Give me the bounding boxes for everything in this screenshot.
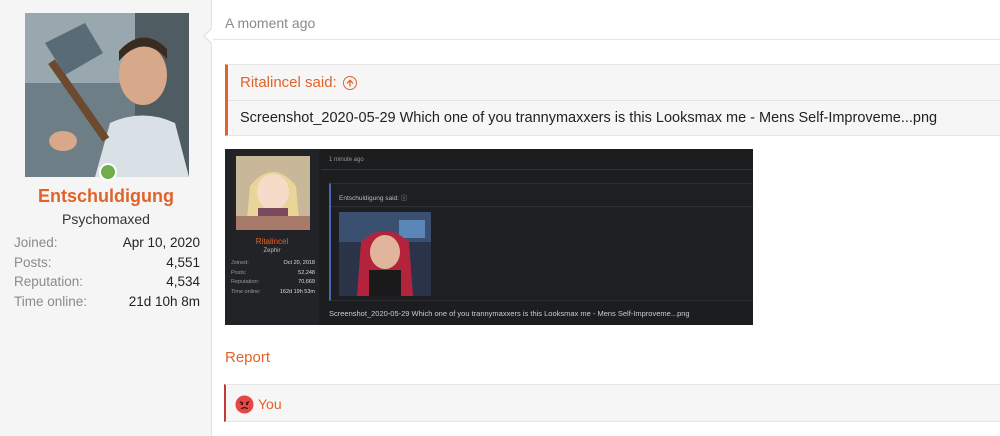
arrow-up-circle-icon[interactable] [342,75,357,90]
embed-user-panel: Ritalincel Zephir Joined: Oct 20, 2018 Po… [225,149,319,325]
stat-joined: Joined: Apr 10, 2020 [14,233,200,253]
embed-stat: Reputation: 70,669 [231,279,315,285]
attached-screenshot-image[interactable]: Ritalincel Zephir Joined: Oct 20, 2018 Po… [225,149,753,325]
online-status-icon [99,163,117,181]
quote-block: Ritalincel said: Screenshot_2020-05-29 W… [225,64,1000,136]
embed-stat: Time online: 162d 19h 53m [231,288,315,295]
report-link[interactable]: Report [225,349,270,366]
embed-caption: Screenshot_2020-05-29 Which one of you t… [329,309,690,318]
reaction-users[interactable]: You [258,396,282,412]
stat-time-online: Time online: 21d 10h 8m [14,292,200,312]
stat-value: 4,534 [166,274,200,289]
avatar-image[interactable] [25,13,189,177]
embed-stat: Posts: 52,248 [231,269,315,276]
quote-author[interactable]: Ritalincel said: [240,74,337,91]
user-stats: Joined: Apr 10, 2020 Posts: 4,551 Reputati… [14,233,200,311]
stat-label: Joined: [14,235,58,250]
embed-message: 1 minute ago Entschuldigung said: ⓘ Scre… [321,149,753,325]
embed-user-title: Zephir [263,248,281,254]
embed-photo [339,212,431,296]
embed-stat: Joined: Oct 20, 2018 [231,260,315,266]
angry-face-icon[interactable] [235,395,254,414]
stat-label: Posts: [14,254,52,270]
stat-value: 4,551 [166,254,200,270]
stat-value: Apr 10, 2020 [122,235,200,250]
stat-label: Time online: [14,293,88,309]
stat-label: Reputation: [14,274,84,289]
message-header: A moment ago [213,0,1000,40]
post-timestamp[interactable]: A moment ago [225,15,315,31]
quote-header[interactable]: Ritalincel said: [240,74,357,91]
reactions-bar[interactable]: You [224,384,1000,422]
embed-quote-block: Entschuldigung said: ⓘ [329,183,753,301]
embed-avatar [236,156,310,230]
quote-divider [228,100,1000,101]
stat-reputation: Reputation: 4,534 [14,272,200,292]
username[interactable]: Entschuldigung [0,186,212,207]
avatar[interactable] [25,13,189,181]
embed-timestamp: 1 minute ago [329,157,364,163]
embed-username: Ritalincel [255,237,289,246]
user-title: Psychomaxed [62,211,150,227]
stat-value: 21d 10h 8m [128,293,200,309]
embed-quote-author: Entschuldigung said: ⓘ [339,195,408,202]
user-panel: Entschuldigung Psychomaxed Joined: Apr 10… [0,0,212,436]
embed-stats: Joined: Oct 20, 2018 Posts: 52,248 Reputat… [231,259,315,297]
stat-posts: Posts: 4,551 [14,253,200,273]
quote-text: Screenshot_2020-05-29 Which one of you t… [240,110,938,126]
